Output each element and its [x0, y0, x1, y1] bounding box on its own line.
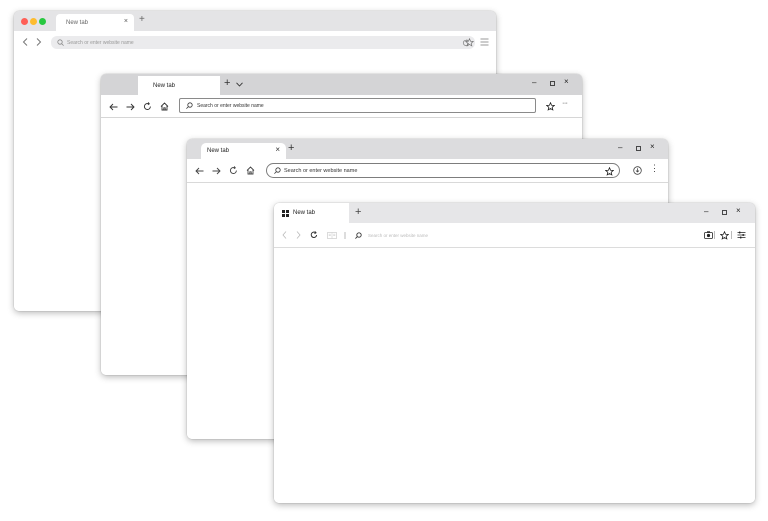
toolbar: Search or enter website name ···	[101, 95, 582, 118]
back-icon[interactable]	[194, 165, 205, 176]
forward-icon[interactable]	[125, 101, 136, 112]
address-placeholder: Search or enter website name	[368, 232, 429, 238]
toolbar-divider	[731, 231, 732, 239]
address-bar[interactable]: Search or enter website name	[179, 98, 536, 113]
toolbar-divider	[714, 231, 715, 239]
address-bar[interactable]: Search or enter website name	[51, 36, 475, 49]
star-icon[interactable]	[464, 37, 474, 47]
tab-strip: New tab × + – ×	[187, 139, 668, 159]
toolbar: Search or enter website name ⋮	[187, 159, 668, 183]
address-bar[interactable]: Search or enter website name	[266, 163, 620, 178]
download-icon[interactable]	[632, 165, 643, 176]
minimize-icon[interactable]: –	[704, 208, 708, 216]
maximize-icon[interactable]	[720, 208, 728, 217]
tab-title: New tab	[293, 210, 316, 216]
new-tab-icon[interactable]: +	[224, 78, 230, 89]
reader-icon[interactable]	[326, 231, 337, 240]
camera-icon[interactable]	[703, 230, 713, 240]
tab-title: New tab	[207, 148, 230, 154]
close-window-dot-icon[interactable]	[21, 18, 28, 25]
tab-title: New tab	[66, 19, 89, 26]
toolbar: Search or enter website name	[14, 31, 496, 53]
close-icon[interactable]: ×	[736, 207, 741, 215]
tab-list-chevron-down-icon[interactable]	[235, 80, 243, 88]
tab-new-tab[interactable]: New tab ×	[201, 143, 286, 159]
page-content	[274, 248, 755, 503]
tab-strip: New tab × +	[14, 11, 496, 31]
forward-icon[interactable]	[211, 165, 222, 176]
new-tab-icon[interactable]: +	[288, 143, 294, 154]
grid-icon	[282, 210, 289, 217]
more-icon[interactable]: ⋮	[650, 164, 659, 173]
close-icon[interactable]: ×	[650, 143, 655, 151]
address-placeholder: Search or enter website name	[284, 167, 358, 174]
search-icon	[56, 39, 64, 47]
tab-close-icon[interactable]: ×	[124, 18, 128, 25]
tab-new-tab[interactable]: New tab ×	[56, 14, 134, 31]
reload-icon[interactable]	[142, 101, 153, 112]
star-icon[interactable]	[604, 166, 614, 176]
reload-icon[interactable]	[309, 230, 319, 240]
forward-icon[interactable]	[35, 37, 43, 47]
minimize-icon[interactable]: –	[618, 144, 622, 152]
new-tab-icon[interactable]: +	[139, 15, 145, 25]
toolbar: Search or enter website name	[274, 223, 755, 248]
address-placeholder: Search or enter website name	[197, 102, 264, 109]
tab-new-tab[interactable]: New tab	[138, 76, 220, 95]
tab-title: New tab	[153, 82, 176, 89]
address-bar[interactable]: Search or enter website name	[354, 228, 694, 242]
back-icon[interactable]	[280, 230, 289, 240]
browser-window-firefox: New tab + – × Search or enter website na…	[274, 203, 755, 503]
minimize-window-dot-icon[interactable]	[30, 18, 37, 25]
forward-icon[interactable]	[294, 230, 303, 240]
maximize-icon[interactable]	[548, 79, 556, 88]
maximize-icon[interactable]	[634, 144, 642, 153]
search-icon	[354, 231, 362, 239]
home-icon[interactable]	[245, 165, 256, 176]
menu-icon[interactable]	[479, 37, 489, 47]
tab-close-icon[interactable]: ×	[275, 146, 280, 154]
back-icon[interactable]	[21, 37, 29, 47]
close-icon[interactable]: ×	[564, 78, 569, 86]
tab-strip: New tab + – ×	[101, 74, 582, 95]
tab-strip: New tab + – ×	[274, 203, 755, 223]
new-tab-icon[interactable]: +	[355, 207, 361, 218]
zoom-window-dot-icon[interactable]	[39, 18, 46, 25]
star-icon[interactable]	[545, 101, 556, 112]
minimize-icon[interactable]: –	[532, 79, 536, 87]
settings-sliders-icon[interactable]	[736, 230, 746, 240]
star-icon[interactable]	[719, 230, 729, 240]
more-icon[interactable]: ···	[562, 100, 568, 107]
back-icon[interactable]	[108, 101, 119, 112]
address-placeholder: Search or enter website name	[67, 39, 134, 46]
search-icon	[185, 102, 193, 110]
reload-icon[interactable]	[228, 165, 239, 176]
toolbar-divider	[344, 232, 346, 239]
home-icon[interactable]	[159, 101, 170, 112]
tab-new-tab[interactable]: New tab	[274, 203, 349, 223]
search-icon	[273, 167, 281, 175]
